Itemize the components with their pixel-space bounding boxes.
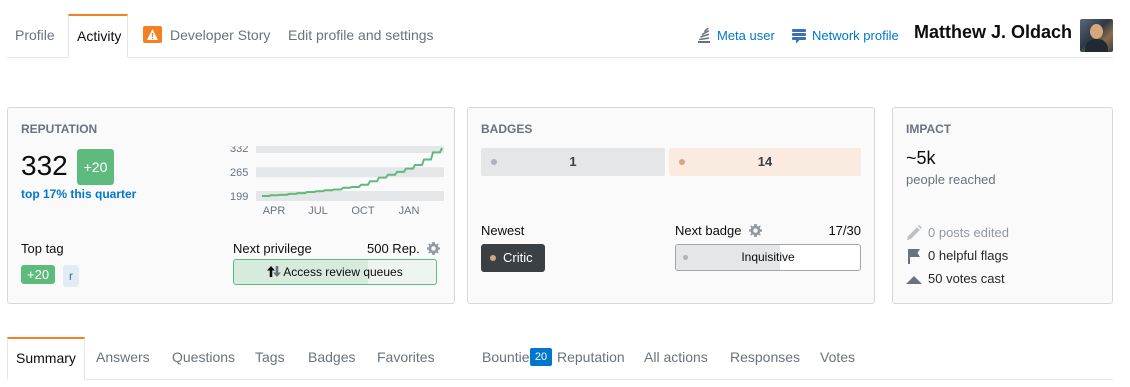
stack-exchange-network-icon <box>792 28 806 44</box>
newest-badge-critic[interactable]: Critic <box>481 244 545 272</box>
impact-title: IMPACT <box>906 122 952 136</box>
next-badge-name: Inquisitive <box>741 250 795 264</box>
gold-badge-dot-icon <box>491 159 497 165</box>
review-arrows-icon <box>267 266 282 278</box>
graph-y-tick-label: 199 <box>230 191 248 203</box>
reputation-delta-badge[interactable]: +20 <box>77 149 114 185</box>
next-badge-label-text: Next badge <box>675 223 742 238</box>
people-reached-label: people reached <box>906 172 996 187</box>
next-privilege-rep-text: 500 Rep. <box>367 241 420 256</box>
votes-cast-row: 50 votes cast <box>906 271 1005 287</box>
stack-exchange-meta-icon <box>698 26 710 43</box>
bronze-badge-dot-icon <box>490 255 496 261</box>
meta-user-label: Meta user <box>717 28 775 43</box>
graph-y-tick-label: 265 <box>230 167 248 179</box>
tab-profile[interactable]: Profile <box>7 14 63 58</box>
people-reached-value: ~5k <box>906 148 936 168</box>
reputation-graph[interactable]: 332 265 199 APR JUL OCT JAN <box>226 146 446 218</box>
impact-card: IMPACT ~5k people reached 0 posts edited… <box>892 107 1113 304</box>
gold-badges-count[interactable]: 1 <box>481 148 665 176</box>
top-tag-label: Top tag <box>21 241 64 256</box>
network-profile-label: Network profile <box>812 28 899 43</box>
gold-badges-count-text: 1 <box>569 154 577 169</box>
graph-x-tick-label: OCT <box>351 205 375 217</box>
next-badge-progress-count: 17/30 <box>828 223 861 238</box>
reputation-value[interactable]: 332 <box>21 150 68 182</box>
next-privilege-progress[interactable]: Access review queues <box>233 259 437 285</box>
votes-cast-text: 50 votes cast <box>928 271 1005 286</box>
graph-y-tick-label: 332 <box>230 146 248 155</box>
pencil-icon <box>907 224 922 240</box>
helpful-flags-text: 0 helpful flags <box>928 248 1009 263</box>
tab-developer-story[interactable]: Developer Story <box>135 14 278 58</box>
tab-reputation-label: Reputation <box>557 349 625 365</box>
tab-summary[interactable]: Summary <box>7 337 85 380</box>
next-badge-progress[interactable]: Inquisitive <box>675 244 861 271</box>
tab-developer-story-label: Developer Story <box>170 27 271 43</box>
badges-card: BADGES 1 14 Newest Critic Next badge 17/… <box>467 107 875 304</box>
reputation-card: REPUTATION 332 +20 top 17% this quarter … <box>7 107 455 304</box>
network-profile-link[interactable]: Network profile <box>792 14 899 58</box>
graph-grid-band <box>256 167 444 178</box>
avatar-face <box>1090 24 1103 39</box>
activity-tab-bar: Summary Answers Questions Tags Badges Fa… <box>7 337 1113 380</box>
graph-grid-band <box>256 146 444 153</box>
tab-reputation[interactable]: 20 Reputation <box>530 337 625 380</box>
badges-title: BADGES <box>481 122 533 136</box>
bronze-badges-count[interactable]: 14 <box>669 148 861 176</box>
reputation-rank-link[interactable]: top 17% this quarter <box>21 187 136 201</box>
user-display-name[interactable]: Matthew J. Oldach <box>914 22 1072 43</box>
next-privilege-label: Next privilege <box>233 241 312 256</box>
reputation-title: REPUTATION <box>21 122 98 136</box>
gear-icon[interactable] <box>749 224 763 238</box>
tab-answers[interactable]: Answers <box>96 337 150 380</box>
graph-grid-band <box>256 191 444 201</box>
graph-x-tick-label: JUL <box>308 205 328 217</box>
newest-badge-name: Critic <box>503 250 533 265</box>
newest-badge-label: Newest <box>481 223 525 238</box>
tab-activity[interactable]: Activity <box>68 14 128 58</box>
tab-all-actions[interactable]: All actions <box>644 337 708 380</box>
graph-x-tick-label: JAN <box>399 205 420 217</box>
reputation-count-badge: 20 <box>530 347 552 366</box>
meta-user-link[interactable]: Meta user <box>697 14 775 58</box>
tab-questions[interactable]: Questions <box>172 337 235 380</box>
graph-x-tick-label: APR <box>263 205 286 217</box>
upvote-triangle-icon <box>906 275 922 284</box>
posts-edited-text: 0 posts edited <box>928 225 1009 240</box>
warning-icon <box>143 26 162 44</box>
posts-edited-row: 0 posts edited <box>906 224 1009 241</box>
bronze-badge-dot-icon <box>679 159 685 165</box>
tab-votes[interactable]: Votes <box>820 337 855 380</box>
avatar-body <box>1085 39 1108 52</box>
top-tag-r[interactable]: r <box>63 265 79 287</box>
next-badge-label: Next badge <box>675 223 763 238</box>
tab-edit-profile[interactable]: Edit profile and settings <box>280 14 442 58</box>
next-privilege-rep: 500 Rep. <box>367 241 441 256</box>
tab-responses[interactable]: Responses <box>730 337 800 380</box>
tab-favorites[interactable]: Favorites <box>377 337 435 380</box>
tab-bounties[interactable]: Bounties <box>482 337 536 380</box>
tab-tags[interactable]: Tags <box>255 337 285 380</box>
next-privilege-name-text: Access review queues <box>283 265 403 279</box>
user-avatar[interactable] <box>1080 19 1113 52</box>
next-privilege-name: Access review queues <box>234 260 436 284</box>
bronze-badges-count-text: 14 <box>757 154 773 169</box>
flag-icon <box>908 248 920 264</box>
gear-icon[interactable] <box>427 242 441 256</box>
profile-tab-bar: Profile Activity Developer Story Edit pr… <box>7 14 1113 58</box>
helpful-flags-row: 0 helpful flags <box>906 248 1008 264</box>
top-tag-score: +20 <box>21 265 56 284</box>
tab-badges[interactable]: Badges <box>308 337 355 380</box>
